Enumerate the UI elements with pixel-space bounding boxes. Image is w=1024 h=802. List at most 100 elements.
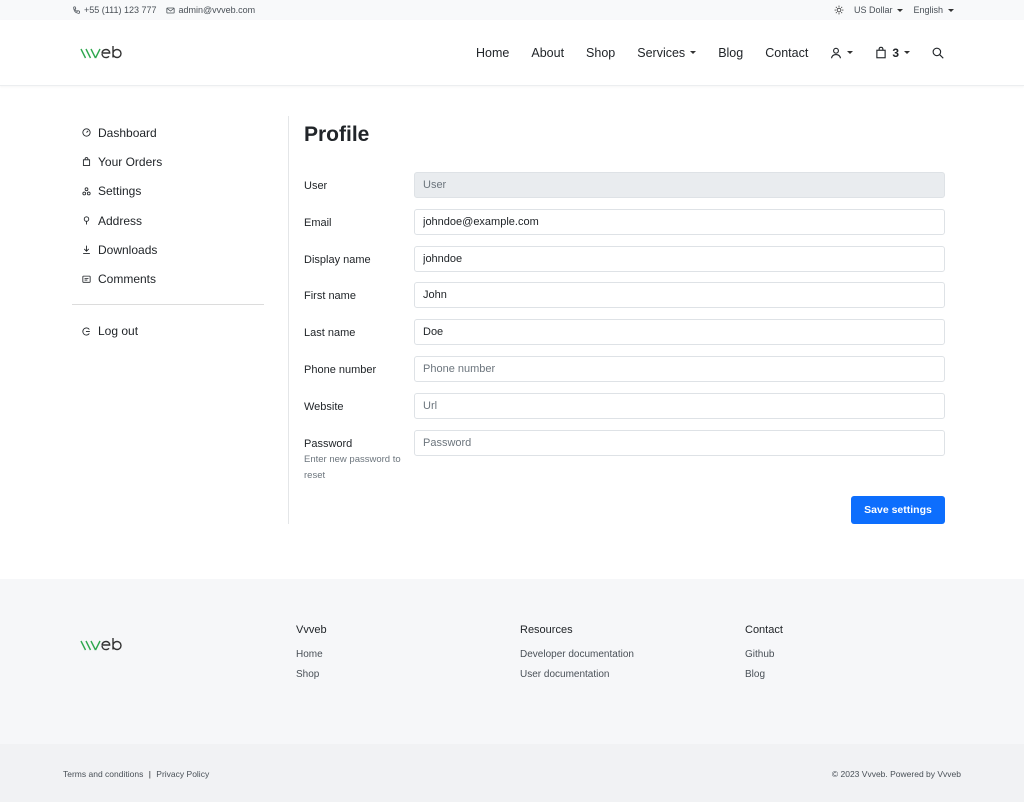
user-field (414, 172, 945, 198)
nav-services[interactable]: Services (637, 45, 697, 60)
email-label: Email (304, 216, 332, 229)
phone-icon (73, 5, 80, 14)
mail-icon (166, 7, 176, 13)
footer-link-shop[interactable]: Shop (296, 669, 327, 680)
display-name-label: Display name (304, 253, 371, 266)
content-divider (288, 116, 289, 524)
terms-link[interactable]: Terms and conditions (63, 769, 143, 779)
language-dropdown[interactable]: English (913, 5, 954, 15)
form-row-first-name: First name (304, 282, 945, 319)
site-logo[interactable] (80, 45, 132, 61)
sidebar-item-label: Dashboard (98, 125, 157, 140)
nav-blog[interactable]: Blog (718, 46, 743, 60)
website-label: Website (304, 400, 344, 413)
sidebar-item-downloads[interactable]: Downloads (72, 235, 264, 264)
sidebar-item-label: Settings (98, 184, 142, 199)
sidebar-item-label: Your Orders (98, 154, 163, 169)
form-row-user: User (304, 172, 945, 209)
sidebar-item-logout[interactable]: Log out (72, 317, 264, 346)
password-hint: Enter new password to reset (304, 453, 401, 481)
form-row-password: Password Enter new password to reset (304, 429, 945, 481)
sidebar-item-label: Downloads (98, 242, 158, 257)
nav-about[interactable]: About (531, 46, 564, 60)
chevron-down-icon (948, 8, 954, 12)
phone-text: +55 (111) 123 777 (84, 5, 157, 15)
comment-icon (82, 275, 91, 283)
chevron-down-icon (897, 8, 904, 12)
nav-services-label: Services (637, 45, 686, 60)
footer-link-user-docs[interactable]: User documentation (520, 669, 634, 680)
currency-label: US Dollar (853, 5, 893, 15)
chevron-down-icon (690, 51, 697, 54)
privacy-link[interactable]: Privacy Policy (156, 769, 209, 779)
save-settings-button[interactable]: Save settings (851, 496, 945, 524)
form-row-email: Email (304, 208, 945, 246)
profile-form: Profile User Email Display name First na… (304, 118, 945, 524)
nav-shop[interactable]: Shop (586, 46, 615, 60)
password-field[interactable] (414, 429, 945, 456)
chevron-down-icon (904, 51, 910, 54)
sidebar-item-comments[interactable]: Comments (72, 264, 264, 293)
logout-icon (82, 327, 90, 336)
last-name-label: Last name (304, 327, 356, 340)
phone-label: Phone number (304, 363, 377, 376)
copyright: © 2023 Vvveb. Powered by Vvveb (831, 769, 961, 779)
cart-count: 3 (892, 45, 899, 60)
top-bar-phone[interactable]: +55 (111) 123 777 (72, 5, 156, 15)
user-label: User (304, 180, 328, 192)
top-bar: +55 (111) 123 777 admin@vvveb.com US Dol… (0, 0, 1024, 20)
form-row-phone: Phone number (304, 355, 945, 393)
bag-icon (82, 157, 91, 167)
legal-separator: | (148, 769, 151, 779)
user-icon (831, 47, 842, 58)
nav-contact[interactable]: Contact (765, 46, 808, 60)
top-bar-email[interactable]: admin@vvveb.com (166, 5, 255, 15)
sidebar-item-label: Comments (98, 272, 157, 287)
website-field[interactable] (414, 392, 945, 419)
sidebar-item-settings[interactable]: Settings (72, 177, 264, 206)
legal-links: Terms and conditions | Privacy Policy (63, 769, 209, 779)
sidebar-item-label: Log out (98, 324, 139, 339)
footer-link-developer-docs[interactable]: Developer documentation (520, 649, 634, 660)
footer-link-github[interactable]: Github (745, 649, 783, 660)
footer-logo[interactable] (80, 637, 132, 658)
footer-col-vvveb: Vvveb Home Shop (296, 624, 327, 689)
footer-col-resources: Resources Developer documentation User d… (520, 624, 634, 689)
display-name-field[interactable] (414, 245, 945, 272)
first-name-field[interactable] (414, 282, 945, 309)
footer-link-home[interactable]: Home (296, 649, 327, 660)
sidebar-item-orders[interactable]: Your Orders (72, 147, 264, 176)
email-field[interactable] (414, 208, 945, 235)
sun-icon[interactable] (834, 5, 844, 15)
gauge-icon (82, 128, 91, 137)
sidebar-item-label: Address (98, 213, 143, 228)
email-text: admin@vvveb.com (178, 5, 256, 15)
site-footer: Vvveb Home Shop Resources Developer docu… (0, 579, 1024, 744)
footer-col-title: Contact (745, 624, 783, 636)
form-row-last-name: Last name (304, 319, 945, 356)
user-menu-button[interactable] (830, 47, 854, 59)
footer-bottom-bar: Terms and conditions | Privacy Policy © … (0, 744, 1024, 802)
sidebar-item-dashboard[interactable]: Dashboard (72, 118, 264, 147)
currency-dropdown[interactable]: US Dollar (854, 5, 904, 15)
pin-icon (83, 216, 90, 225)
search-button[interactable] (932, 47, 944, 59)
form-row-display-name: Display name (304, 245, 945, 283)
sidebar-divider (72, 303, 264, 305)
save-wrap: Save settings (851, 496, 945, 524)
settings-icon (82, 187, 91, 196)
footer-link-blog[interactable]: Blog (745, 669, 783, 680)
sidebar-item-address[interactable]: Address (72, 206, 264, 235)
nav-home[interactable]: Home (476, 46, 509, 60)
chevron-down-icon (847, 51, 854, 54)
page-title: Profile (304, 123, 370, 146)
site-header: Home About Shop Services Blog Contact 3 (0, 20, 1024, 86)
cart-button[interactable]: 3 (875, 46, 910, 60)
language-label: English (913, 5, 943, 15)
phone-field[interactable] (414, 355, 945, 382)
account-sidebar: Dashboard Your Orders Settings Address D… (72, 118, 264, 346)
last-name-field[interactable] (414, 319, 945, 346)
shopping-bag-icon (876, 46, 886, 59)
search-icon (932, 47, 944, 59)
footer-col-title: Resources (520, 624, 573, 636)
